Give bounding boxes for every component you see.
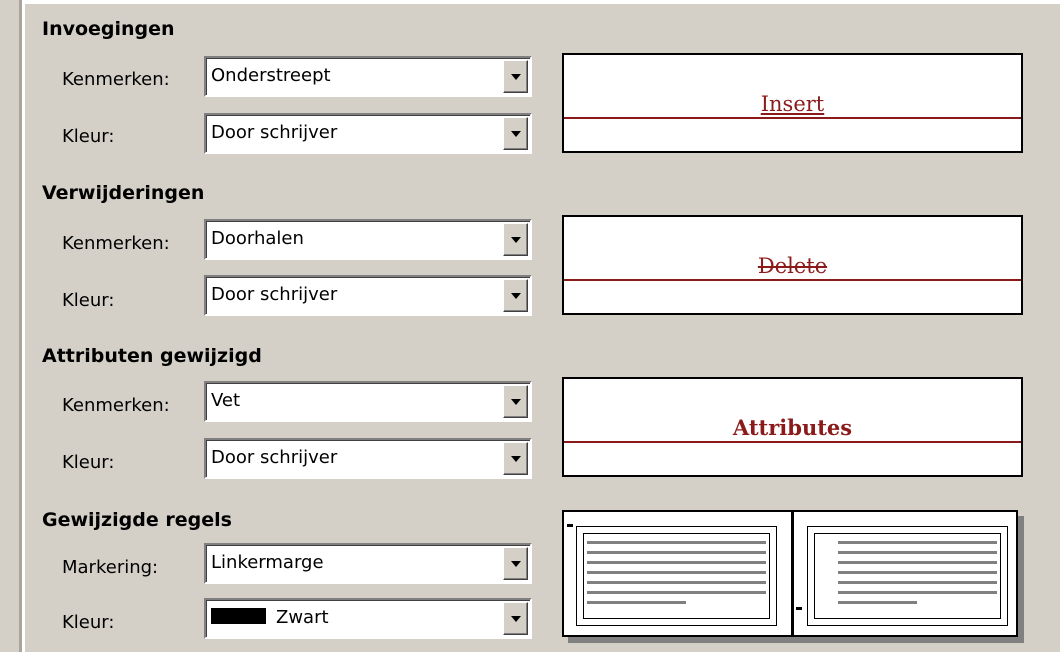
panel-edge bbox=[22, 0, 25, 652]
insertions-attributes-value: Onderstreept bbox=[211, 65, 331, 86]
insertions-attributes-label: Kenmerken: bbox=[62, 69, 170, 90]
chevron-down-icon[interactable] bbox=[503, 223, 528, 256]
insertions-preview-text: Insert bbox=[758, 92, 827, 116]
changed-lines-mark-dropdown[interactable]: Linkermarge bbox=[204, 543, 532, 584]
preview-baseline bbox=[564, 279, 1021, 281]
changed-attributes-attributes-label: Kenmerken: bbox=[62, 395, 170, 416]
insertions-preview: Insert bbox=[562, 53, 1023, 153]
insertions-color-dropdown[interactable]: Door schrijver bbox=[204, 113, 532, 154]
text-line bbox=[587, 561, 766, 564]
insertions-attributes-dropdown[interactable]: Onderstreept bbox=[204, 56, 532, 97]
text-line bbox=[587, 541, 766, 544]
chevron-down-icon[interactable] bbox=[503, 547, 528, 580]
chevron-down-icon[interactable] bbox=[503, 385, 528, 418]
text-line bbox=[838, 581, 997, 584]
preview-divider bbox=[791, 512, 794, 635]
page-preview-right bbox=[807, 526, 1008, 626]
changed-lines-mark-label: Markering: bbox=[62, 557, 159, 578]
text-line bbox=[838, 561, 997, 564]
deletions-section-title: Verwijderingen bbox=[42, 182, 205, 204]
insertions-color-value: Door schrijver bbox=[211, 122, 338, 143]
text-line bbox=[587, 581, 766, 584]
page-frame bbox=[583, 533, 770, 619]
insertions-color-label: Kleur: bbox=[62, 126, 115, 147]
margin-mark-icon bbox=[796, 607, 802, 610]
chevron-down-icon[interactable] bbox=[503, 602, 528, 635]
page-frame bbox=[814, 533, 1001, 619]
text-line bbox=[587, 571, 766, 574]
deletions-color-label: Kleur: bbox=[62, 290, 115, 311]
deletions-preview-text: Delete bbox=[755, 254, 830, 278]
changed-attributes-preview-text: Attributes bbox=[730, 415, 855, 440]
deletions-color-dropdown[interactable]: Door schrijver bbox=[204, 275, 532, 316]
changed-lines-section-title: Gewijzigde regels bbox=[42, 509, 232, 531]
chevron-down-icon[interactable] bbox=[503, 279, 528, 312]
page-preview-left bbox=[576, 526, 777, 626]
text-line bbox=[838, 601, 917, 604]
text-line bbox=[838, 571, 997, 574]
margin-mark-icon bbox=[567, 524, 573, 527]
text-line bbox=[587, 601, 686, 604]
changed-attributes-section-title: Attributen gewijzigd bbox=[42, 345, 262, 367]
text-line bbox=[838, 551, 997, 554]
changed-lines-mark-value: Linkermarge bbox=[211, 552, 324, 573]
deletions-attributes-dropdown[interactable]: Doorhalen bbox=[204, 219, 532, 260]
text-line bbox=[838, 591, 997, 594]
changed-lines-color-text: Zwart bbox=[276, 607, 329, 628]
preview-baseline bbox=[564, 117, 1021, 119]
changed-attributes-attributes-dropdown[interactable]: Vet bbox=[204, 381, 532, 422]
panel-top-edge bbox=[22, 0, 1060, 4]
changed-lines-color-dropdown[interactable]: Zwart bbox=[204, 598, 532, 639]
text-line bbox=[587, 591, 766, 594]
text-line bbox=[587, 551, 766, 554]
changed-lines-color-value: Zwart bbox=[211, 607, 329, 628]
chevron-down-icon[interactable] bbox=[503, 60, 528, 93]
changed-attributes-color-value: Door schrijver bbox=[211, 447, 338, 468]
changed-attributes-attributes-value: Vet bbox=[211, 390, 241, 411]
chevron-down-icon[interactable] bbox=[503, 442, 528, 475]
color-swatch bbox=[211, 608, 266, 624]
changed-attributes-preview: Attributes bbox=[562, 377, 1023, 477]
text-line bbox=[838, 541, 997, 544]
changed-attributes-color-label: Kleur: bbox=[62, 452, 115, 473]
changed-attributes-color-dropdown[interactable]: Door schrijver bbox=[204, 438, 532, 479]
insertions-section-title: Invoegingen bbox=[42, 18, 175, 40]
changed-lines-color-label: Kleur: bbox=[62, 612, 115, 633]
preview-baseline bbox=[564, 441, 1021, 443]
deletions-color-value: Door schrijver bbox=[211, 284, 338, 305]
deletions-preview: Delete bbox=[562, 215, 1023, 315]
deletions-attributes-label: Kenmerken: bbox=[62, 233, 170, 254]
changed-lines-preview bbox=[562, 510, 1018, 637]
deletions-attributes-value: Doorhalen bbox=[211, 228, 304, 249]
chevron-down-icon[interactable] bbox=[503, 117, 528, 150]
